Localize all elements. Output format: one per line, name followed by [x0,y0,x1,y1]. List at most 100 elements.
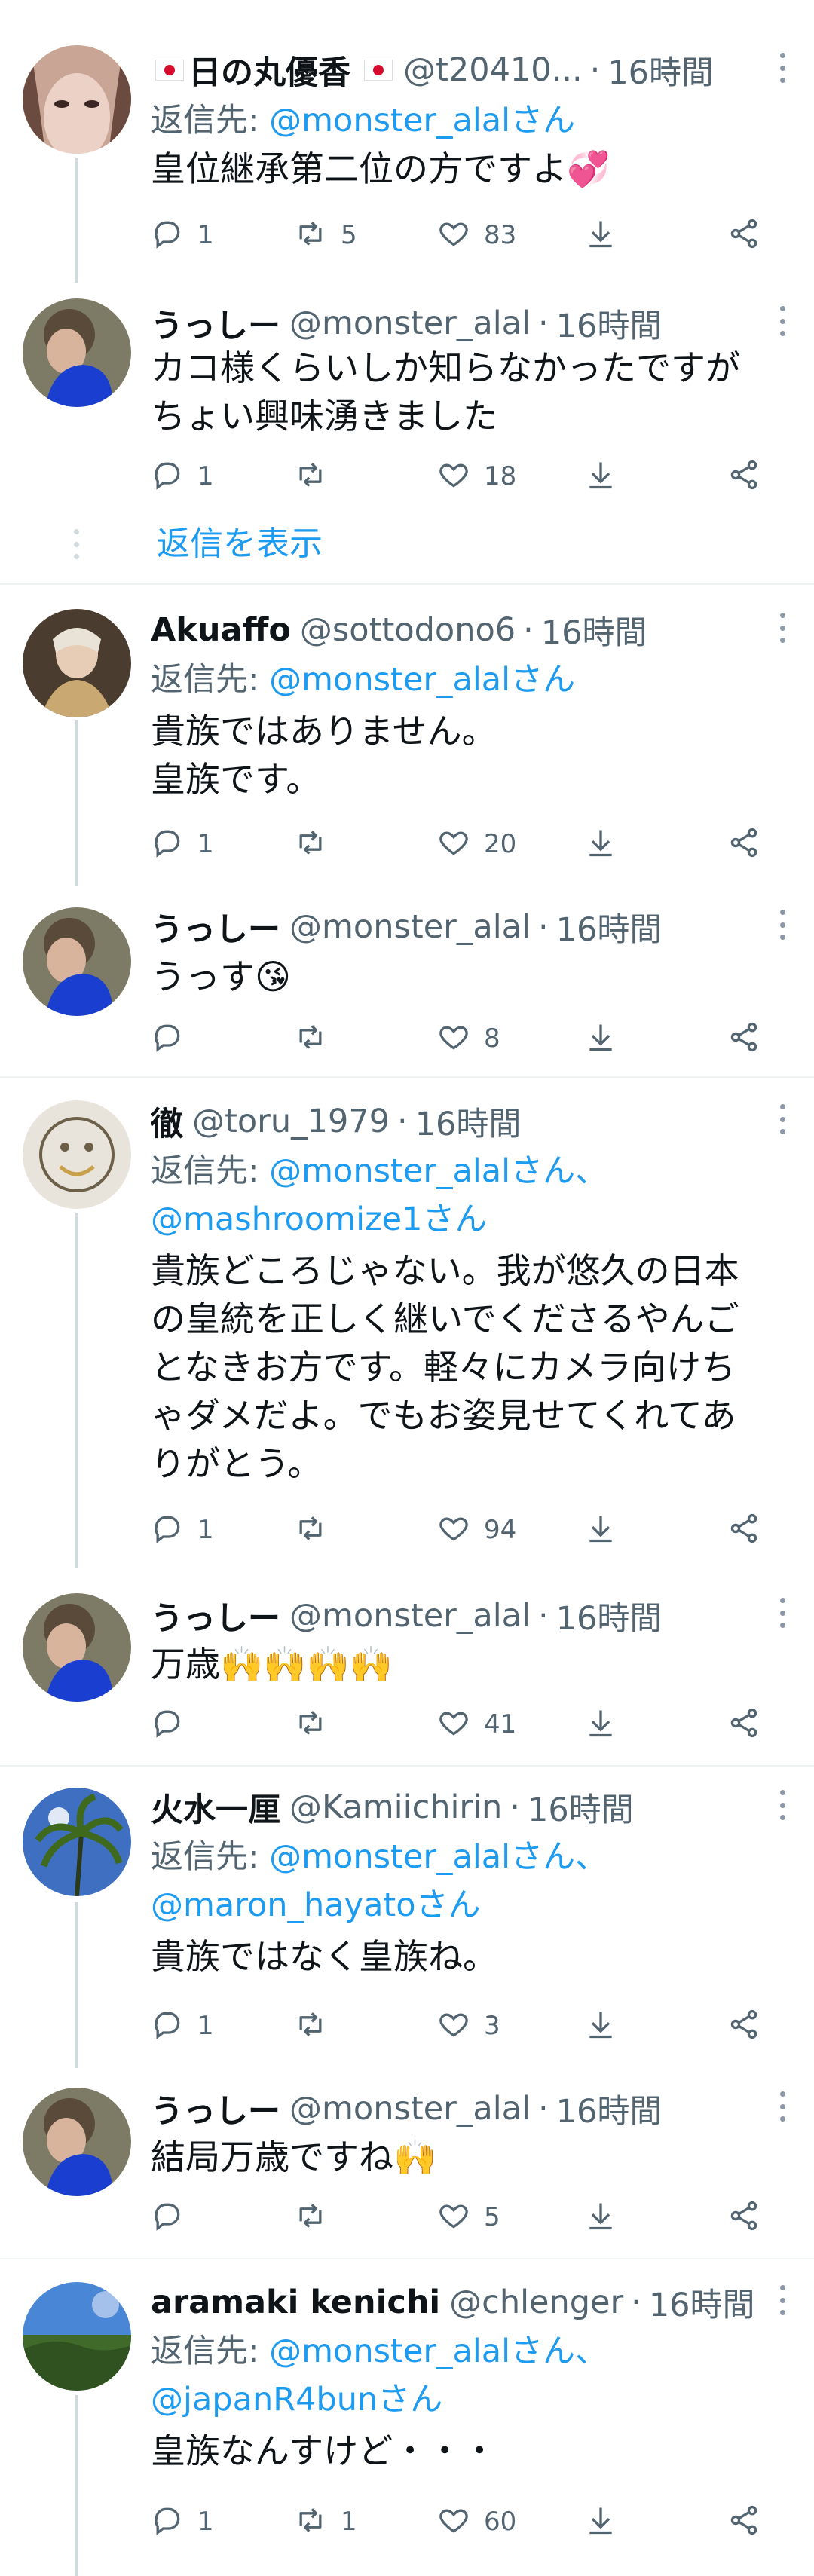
more-icon[interactable] [779,2091,785,2122]
more-icon[interactable] [779,53,785,83]
display-name[interactable]: 徹 [151,1099,183,1144]
more-icon[interactable] [779,910,785,940]
mention-link[interactable]: @japanR4bun [151,2381,378,2418]
more-icon[interactable] [779,1598,785,1628]
tweet[interactable]: 徹 @toru_1979 · 16時間 返信先: @monster_alalさん… [0,1078,814,1568]
display-name[interactable]: 火水一厘 [151,1785,280,1830]
like-button[interactable]: 83 [437,213,516,258]
share-button[interactable] [727,821,760,867]
display-name[interactable]: うっしー [151,904,280,950]
timestamp[interactable]: 16時間 [415,1099,522,1144]
user-handle[interactable]: @chlenger [449,2284,623,2321]
timestamp[interactable]: 16時間 [528,1785,634,1830]
like-button[interactable]: 3 [437,2003,500,2048]
mention-link[interactable]: @monster_alal [269,102,510,139]
download-button[interactable] [584,821,617,867]
retweet-button[interactable] [294,821,341,867]
more-icon[interactable] [779,613,785,643]
retweet-button[interactable] [294,1507,341,1553]
avatar[interactable] [23,907,131,1016]
share-button[interactable] [727,454,760,499]
user-handle[interactable]: @Kamiichirin [289,1788,502,1826]
reply-button[interactable] [151,1702,197,1747]
timestamp[interactable]: 16時間 [607,47,714,93]
avatar[interactable] [23,1788,131,1896]
retweet-button[interactable]: 1 [294,2499,357,2544]
mention-link[interactable]: @monster_alal [269,2333,510,2370]
user-handle[interactable]: @monster_alal [289,1597,531,1635]
timestamp[interactable]: 16時間 [556,904,663,950]
avatar[interactable] [23,45,131,154]
reply-button[interactable]: 1 [151,454,214,499]
share-button[interactable] [727,213,760,258]
tweet[interactable]: うっしー @monster_alal · 16時間 うっす😘 8 [0,886,814,1075]
avatar[interactable] [23,298,131,407]
reply-button[interactable] [151,1016,197,1061]
reply-button[interactable]: 1 [151,821,214,867]
timestamp[interactable]: 16時間 [556,1593,663,1638]
share-button[interactable] [727,2195,760,2240]
tweet[interactable]: うっしー @monster_alal · 16時間 カコ様くらいしか知らなかった… [0,286,814,580]
more-icon[interactable] [779,306,785,336]
download-button[interactable] [584,1016,617,1061]
tweet[interactable]: aramaki kenichi @chlenger · 16時間 返信先: @m… [0,2259,814,2576]
user-handle[interactable]: @t20410... [403,51,583,89]
download-button[interactable] [584,1702,617,1747]
download-button[interactable] [584,2195,617,2240]
like-button[interactable]: 20 [437,821,516,867]
tweet[interactable]: Akuaffo @sottodono6 · 16時間 返信先: @monster… [0,585,814,886]
download-button[interactable] [584,1507,617,1553]
user-handle[interactable]: @monster_alal [289,908,531,946]
mention-link[interactable]: @monster_alal [269,1838,510,1876]
avatar[interactable] [23,2282,131,2391]
show-replies-link[interactable]: 返信を表示 [157,516,323,564]
avatar[interactable] [23,2088,131,2196]
more-icon[interactable] [779,1790,785,1820]
mention-link[interactable]: @monster_alal [269,1152,510,1190]
mention-link[interactable]: @monster_alal [269,661,510,699]
user-handle[interactable]: @monster_alal [289,304,531,342]
tweet[interactable]: うっしー @monster_alal · 16時間 万歳🙌🙌🙌🙌 41 [0,1568,814,1765]
user-handle[interactable]: @monster_alal [289,2090,531,2128]
retweet-button[interactable] [294,1702,341,1747]
timestamp[interactable]: 16時間 [556,301,663,346]
download-button[interactable] [584,213,617,258]
display-name[interactable]: Akuaffo [151,611,291,649]
more-icon[interactable] [779,2285,785,2315]
display-name[interactable]: 日の丸優香 [188,47,350,93]
share-button[interactable] [727,1702,760,1747]
like-button[interactable]: 60 [437,2499,516,2544]
download-button[interactable] [584,2003,617,2048]
mention-link[interactable]: @maron_hayato [151,1886,416,1924]
user-handle[interactable]: @sottodono6 [300,611,516,649]
mention-link[interactable]: @mashroomize1 [151,1201,422,1238]
retweet-button[interactable] [294,454,341,499]
display-name[interactable]: うっしー [151,2086,280,2131]
like-button[interactable]: 8 [437,1016,500,1061]
reply-button[interactable]: 1 [151,213,214,258]
share-button[interactable] [727,1507,760,1553]
more-icon[interactable] [779,1104,785,1134]
reply-button[interactable] [151,2195,197,2240]
retweet-button[interactable] [294,2195,341,2240]
display-name[interactable]: うっしー [151,1593,280,1638]
like-button[interactable]: 41 [437,1702,516,1747]
tweet[interactable]: 日の丸優香 @t20410... · 16時間 返信先: @monster_al… [0,0,814,286]
timestamp[interactable]: 16時間 [649,2280,755,2325]
timestamp[interactable]: 16時間 [541,607,647,653]
tweet[interactable]: うっしー @monster_alal · 16時間 結局万歳ですね🙌 5 [0,2068,814,2256]
like-button[interactable]: 5 [437,2195,500,2240]
retweet-button[interactable]: 5 [294,213,357,258]
avatar[interactable] [23,1100,131,1209]
tweet[interactable]: 火水一厘 @Kamiichirin · 16時間 返信先: @monster_a… [0,1767,814,2068]
display-name[interactable]: aramaki kenichi [151,2284,440,2321]
retweet-button[interactable] [294,2003,341,2048]
reply-button[interactable]: 1 [151,1507,214,1553]
share-button[interactable] [727,1016,760,1061]
timestamp[interactable]: 16時間 [556,2086,663,2131]
reply-button[interactable]: 1 [151,2003,214,2048]
like-button[interactable]: 94 [437,1507,516,1553]
user-handle[interactable]: @toru_1979 [192,1103,390,1140]
download-button[interactable] [584,454,617,499]
reply-button[interactable]: 1 [151,2499,214,2544]
